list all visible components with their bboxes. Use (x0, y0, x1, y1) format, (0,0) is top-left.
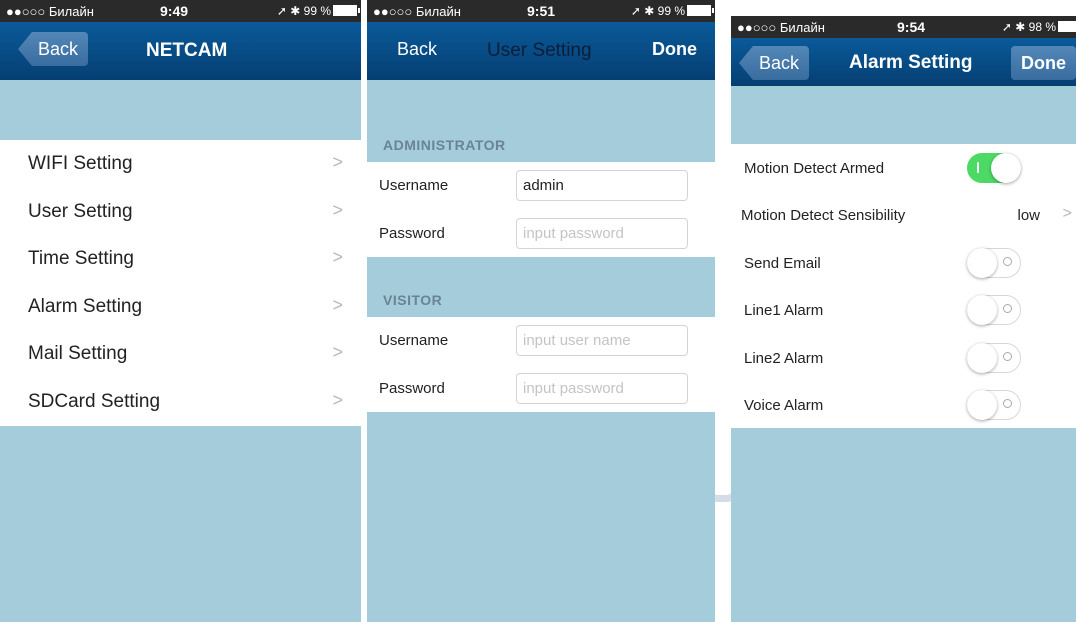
battery-icon (1058, 21, 1076, 32)
admin-password-row: Password (367, 210, 715, 258)
screen-netcam: ●●○○○ Билайн 9:49 ➚ ✱ 99 % Back NETCAM W… (0, 0, 361, 622)
menu-item-time-setting[interactable]: Time Setting > (0, 235, 361, 283)
alarm-row-motion-detect-armed: Motion Detect Armed (731, 144, 1076, 191)
username-label: Username (379, 177, 449, 194)
battery-indicator: ➚ ✱ 99 % (277, 4, 360, 18)
status-time: 9:51 (527, 3, 556, 19)
motion-detect-armed-toggle[interactable] (967, 153, 1021, 183)
settings-menu: WIFI Setting > User Setting > Time Setti… (0, 140, 361, 426)
menu-item-mail-setting[interactable]: Mail Setting > (0, 330, 361, 378)
page-title: User Setting (487, 40, 592, 61)
alarm-row-label: Motion Detect Sensibility (741, 207, 906, 225)
navigation-bar: Back Alarm Setting Done (731, 38, 1076, 86)
menu-item-label: User Setting (28, 200, 133, 222)
alarm-row-label: Line1 Alarm (744, 302, 824, 320)
alarm-row-voice-alarm: Voice Alarm (731, 381, 1076, 428)
screen-user-setting: ●●○○○ Билайн 9:51 ➚ ✱ 99 % Back User Set… (367, 0, 715, 622)
battery-indicator: ➚ ✱ 99 % (631, 4, 714, 18)
line1-alarm-toggle[interactable] (967, 295, 1021, 326)
chevron-right-icon: > (332, 152, 343, 172)
send-email-toggle[interactable] (967, 247, 1021, 278)
alarm-row-label: Voice Alarm (744, 396, 824, 414)
status-time: 9:54 (897, 19, 926, 35)
status-bar: ●●○○○ Билайн 9:49 ➚ ✱ 99 % (0, 0, 361, 22)
section-header-administrator: ADMINISTRATOR (383, 137, 506, 153)
menu-item-sdcard-setting[interactable]: SDCard Setting > (0, 378, 361, 426)
page-title: NETCAM (146, 40, 228, 61)
visitor-password-input[interactable] (516, 372, 688, 404)
carrier-label: ●●○○○ Билайн (6, 4, 94, 19)
password-label: Password (379, 379, 445, 397)
back-button[interactable]: Back (387, 32, 447, 66)
menu-item-label: Mail Setting (28, 343, 128, 365)
done-button[interactable]: Done (1011, 46, 1076, 80)
toggle-knob (967, 342, 997, 373)
admin-username-row: Username (367, 162, 715, 210)
carrier-label: ●●○○○ Билайн (373, 4, 461, 19)
menu-item-user-setting[interactable]: User Setting > (0, 188, 361, 236)
carrier-label: ●●○○○ Билайн (737, 20, 825, 35)
page-title: Alarm Setting (849, 52, 973, 73)
alarm-row-label: Send Email (744, 254, 821, 272)
toggle-off-indicator-icon (1003, 398, 1012, 408)
admin-username-input[interactable] (516, 170, 688, 201)
visitor-username-row: Username (367, 317, 715, 365)
line2-alarm-toggle[interactable] (967, 342, 1021, 373)
chevron-right-icon: > (1062, 205, 1072, 223)
menu-item-label: SDCard Setting (28, 390, 161, 412)
sensibility-value: low (1017, 207, 1040, 225)
visitor-username-input[interactable] (516, 325, 688, 356)
toggle-off-indicator-icon (1003, 256, 1012, 266)
alarm-row-line1-alarm: Line1 Alarm (731, 286, 1076, 333)
toggle-off-indicator-icon (1003, 351, 1012, 361)
menu-item-label: WIFI Setting (28, 153, 133, 174)
battery-indicator: ➚ ✱ 98 % (1002, 20, 1076, 34)
alarm-row-label: Line2 Alarm (744, 349, 824, 367)
status-time: 9:49 (160, 3, 189, 19)
alarm-row-line2-alarm: Line2 Alarm (731, 334, 1076, 381)
back-button[interactable]: Back (739, 46, 810, 80)
chevron-right-icon: > (332, 199, 343, 220)
status-bar: ●●○○○ Билайн 9:51 ➚ ✱ 99 % (367, 0, 715, 22)
screen-alarm-setting: ●●○○○ Билайн 9:54 ➚ ✱ 98 % Back Alarm Se… (731, 0, 1076, 622)
password-label: Password (379, 224, 445, 242)
chevron-right-icon: > (332, 389, 343, 410)
toggle-knob (991, 153, 1021, 183)
visitor-password-row: Password (367, 365, 715, 413)
menu-item-label: Time Setting (28, 248, 134, 270)
toggle-off-indicator-icon (1003, 304, 1012, 314)
chevron-right-icon: > (332, 342, 343, 363)
battery-icon (333, 5, 360, 16)
navigation-bar: Back User Setting Done (367, 22, 715, 80)
menu-item-wifi-setting[interactable]: WIFI Setting > (0, 140, 361, 188)
toggle-on-indicator-icon (977, 162, 979, 173)
alarm-settings-list: Motion Detect Armed Motion Detect Sensib… (731, 144, 1076, 429)
username-label: Username (379, 332, 449, 349)
voice-alarm-toggle[interactable] (967, 389, 1021, 420)
toggle-knob (967, 389, 997, 420)
status-bar: ●●○○○ Билайн 9:54 ➚ ✱ 98 % (731, 16, 1076, 38)
alarm-row-send-email: Send Email (731, 239, 1076, 286)
toggle-knob (967, 247, 997, 278)
visitor-form: Username Password (367, 317, 715, 412)
battery-icon (687, 5, 714, 16)
alarm-row-label: Motion Detect Armed (744, 160, 885, 177)
chevron-right-icon: > (332, 247, 343, 268)
section-header-visitor: VISITOR (383, 292, 443, 308)
menu-item-label: Alarm Setting (28, 295, 143, 317)
menu-item-alarm-setting[interactable]: Alarm Setting > (0, 283, 361, 331)
chevron-right-icon: > (332, 294, 343, 315)
done-button[interactable]: Done (642, 32, 707, 66)
admin-password-input[interactable] (516, 217, 688, 249)
back-button[interactable]: Back (18, 32, 89, 66)
administrator-form: Username Password (367, 162, 715, 257)
top-margin (731, 0, 1076, 16)
alarm-row-motion-detect-sensibility[interactable]: Motion Detect Sensibility low > (731, 191, 1076, 238)
navigation-bar: Back NETCAM (0, 22, 361, 80)
toggle-knob (967, 295, 997, 326)
